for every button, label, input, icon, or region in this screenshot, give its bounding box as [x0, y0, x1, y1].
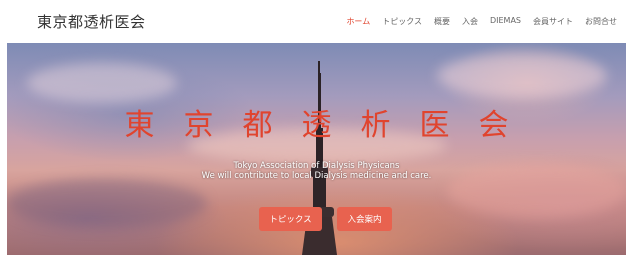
hero-title: 東京都透析医会 [124, 108, 538, 143]
topics-button[interactable]: トピックス [259, 207, 322, 231]
join-guide-button[interactable]: 入会案内 [337, 207, 392, 231]
site-logo[interactable]: 東京都透析医会 [37, 11, 146, 32]
nav-item-overview[interactable]: 概要 [428, 16, 456, 27]
hero-subtitle-en: Tokyo Association of Dialysis Physicans [233, 161, 400, 171]
site-header: 東京都透析医会 ホーム トピックス 概要 入会 DIEMAS 会員サイト お問合… [0, 0, 633, 40]
main-nav: ホーム トピックス 概要 入会 DIEMAS 会員サイト お問合せ [340, 16, 623, 27]
nav-item-diemas[interactable]: DIEMAS [484, 16, 527, 27]
nav-item-join[interactable]: 入会 [456, 16, 484, 27]
nav-item-contact[interactable]: お問合せ [579, 16, 623, 27]
hero-banner: 東京都透析医会 Tokyo Association of Dialysis Ph… [7, 43, 626, 255]
nav-item-topics[interactable]: トピックス [376, 16, 428, 27]
hero-tagline: We will contribute to local Dialysis med… [201, 171, 432, 181]
nav-item-home[interactable]: ホーム [340, 16, 376, 27]
nav-item-member-site[interactable]: 会員サイト [527, 16, 579, 27]
